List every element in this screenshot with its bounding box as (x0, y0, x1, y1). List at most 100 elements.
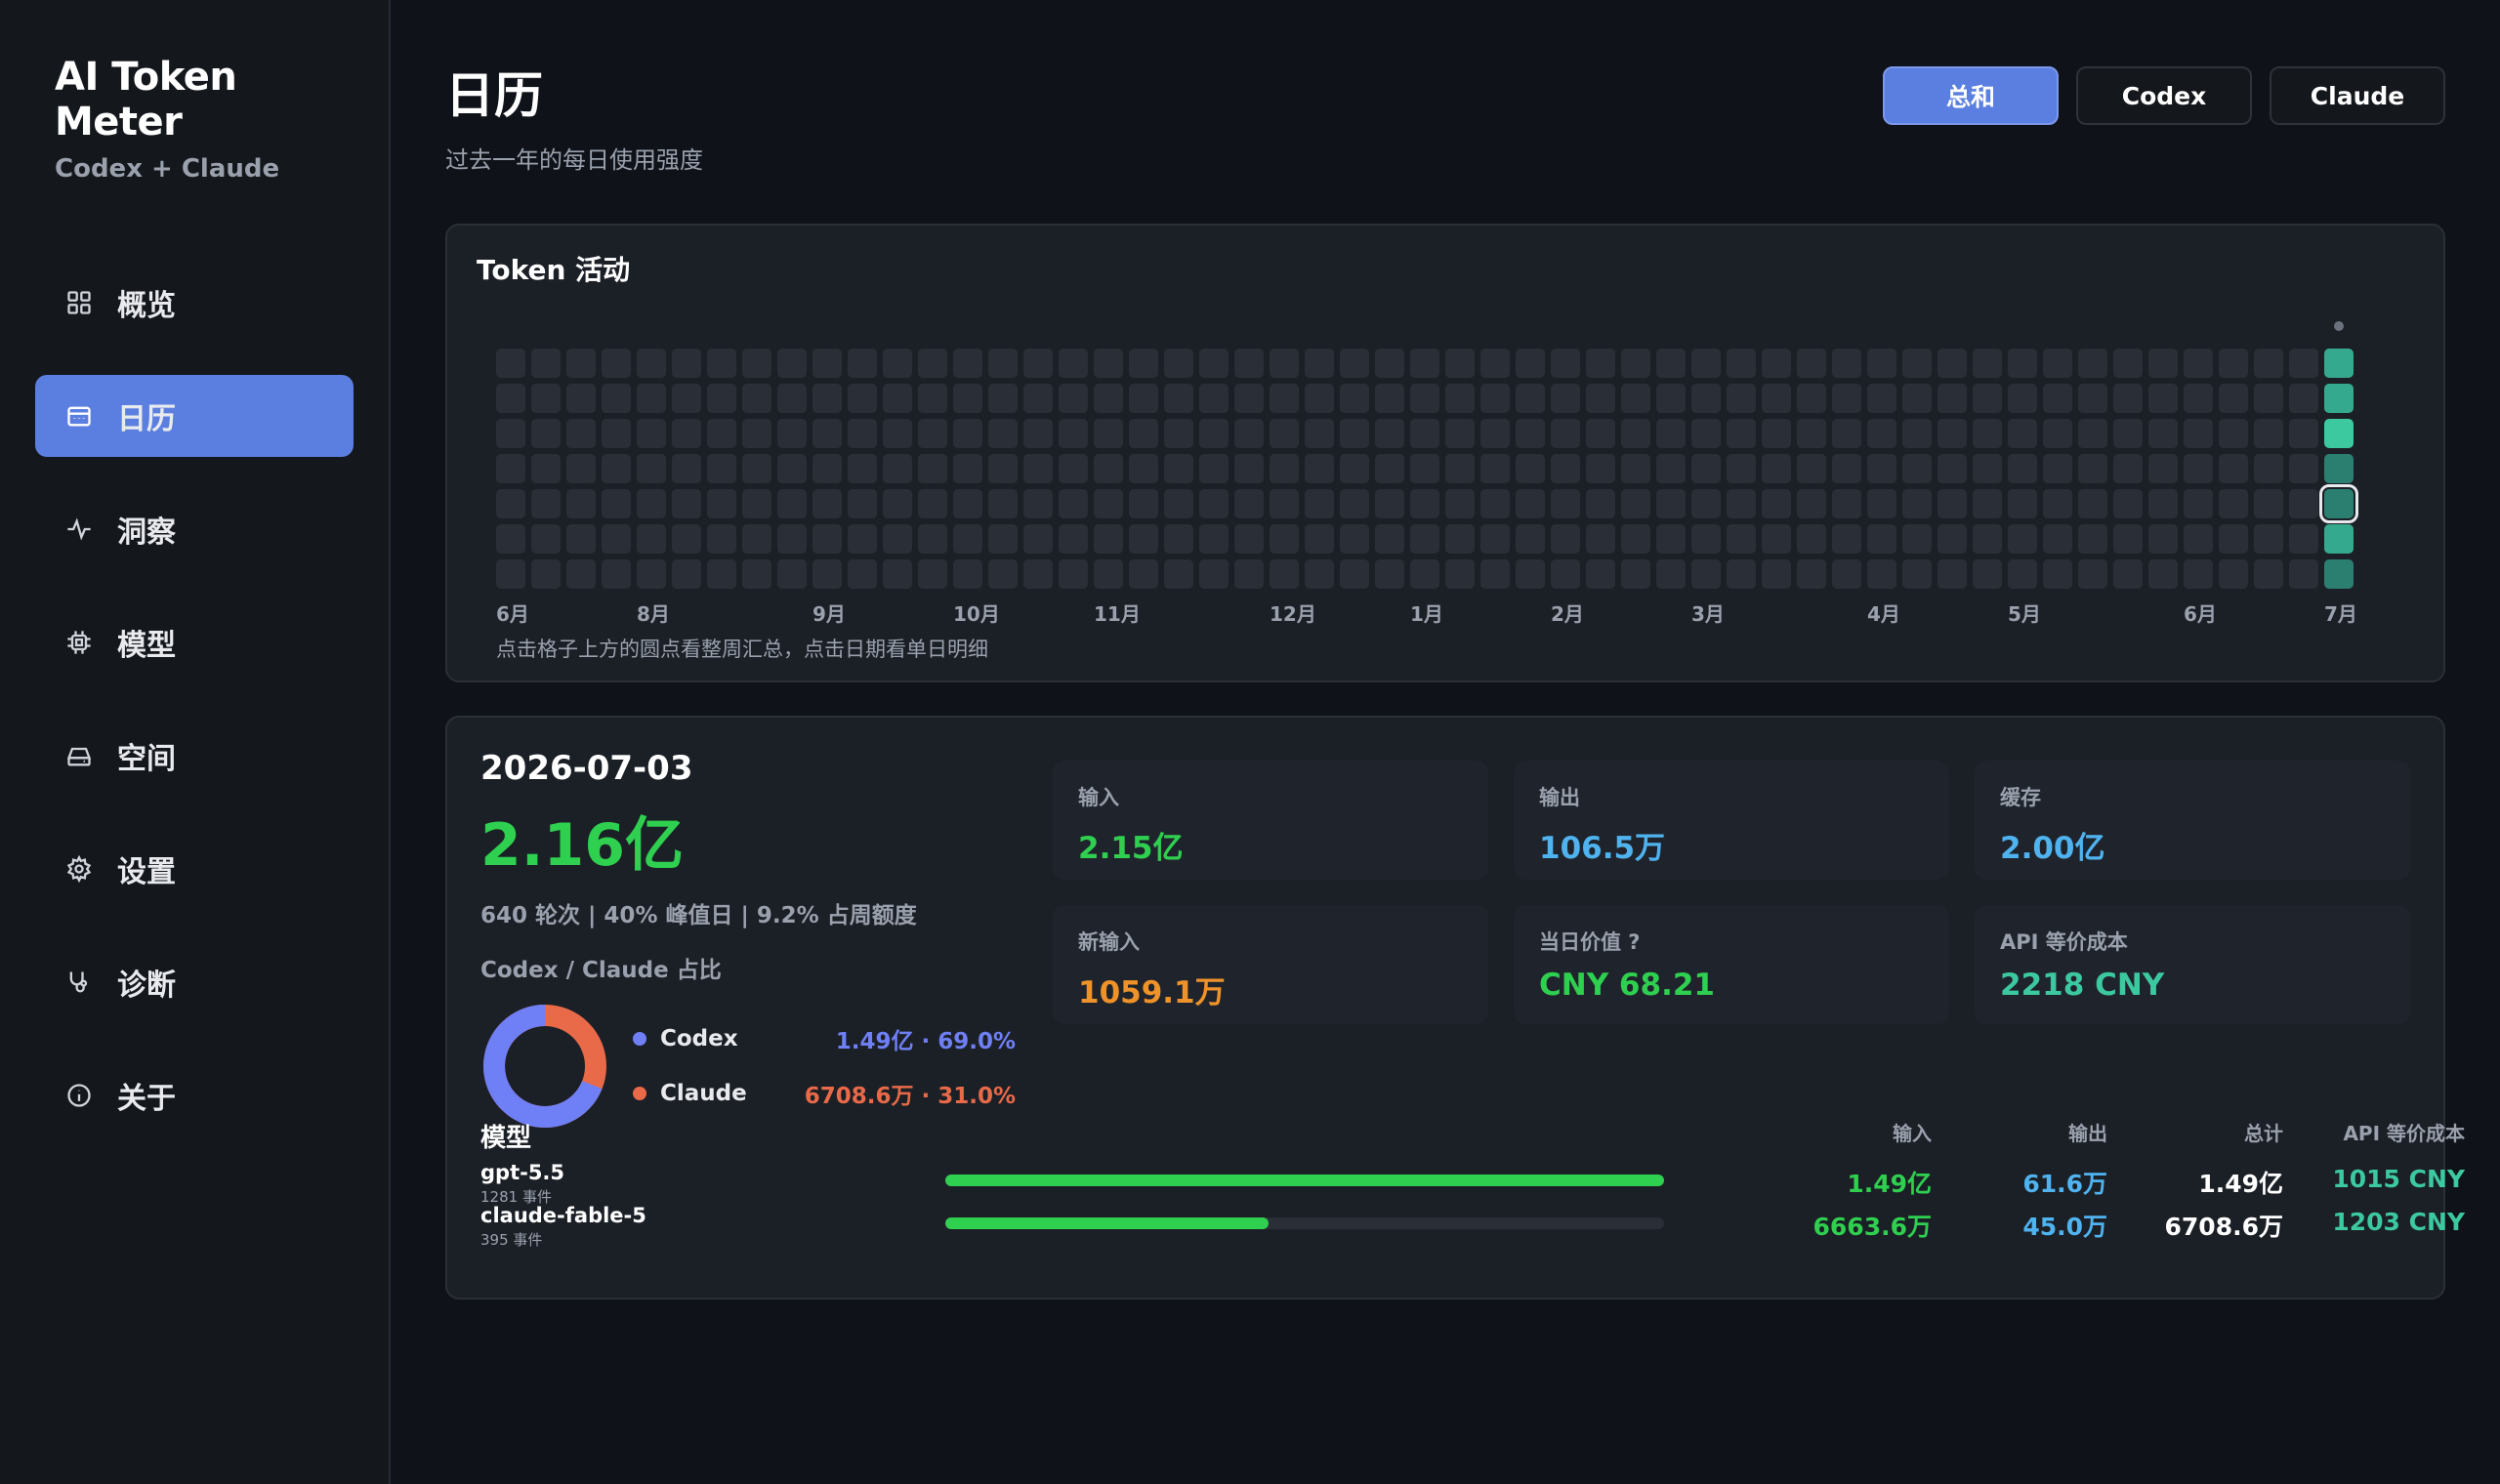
day-cell[interactable] (1832, 349, 1861, 378)
day-cell[interactable] (2078, 524, 2107, 554)
day-cell[interactable] (1902, 559, 1932, 589)
day-cell[interactable] (1410, 524, 1439, 554)
day-cell[interactable] (1023, 489, 1053, 518)
day-cell[interactable] (1129, 489, 1158, 518)
day-cell[interactable] (1059, 559, 1088, 589)
day-cell[interactable] (2219, 559, 2248, 589)
day-cell[interactable] (1094, 524, 1123, 554)
day-cell[interactable] (566, 349, 596, 378)
day-cell[interactable] (2219, 384, 2248, 413)
day-cell[interactable] (1480, 559, 1510, 589)
day-cell[interactable] (566, 559, 596, 589)
day-cell[interactable] (672, 349, 701, 378)
day-cell[interactable] (2219, 349, 2248, 378)
day-cell[interactable] (2289, 384, 2318, 413)
day-cell[interactable] (1727, 454, 1756, 483)
table-row[interactable]: gpt-5.5 1281 事件 1.49亿 61.6万 1.49亿 1015 C… (480, 1161, 2465, 1206)
day-cell[interactable] (1023, 349, 1053, 378)
day-cell[interactable] (1059, 349, 1088, 378)
day-cell[interactable] (2148, 524, 2178, 554)
day-cell[interactable] (707, 454, 736, 483)
day-cell[interactable] (742, 524, 771, 554)
day-cell[interactable] (1691, 419, 1721, 448)
day-cell[interactable] (1586, 419, 1615, 448)
day-cell[interactable] (1199, 349, 1229, 378)
day-cell[interactable] (1867, 524, 1896, 554)
day-cell[interactable] (1234, 489, 1264, 518)
day-cell[interactable] (2078, 454, 2107, 483)
day-cell[interactable] (953, 419, 982, 448)
day-cell[interactable] (1867, 489, 1896, 518)
day-cell[interactable] (812, 524, 842, 554)
sidebar-item-settings[interactable]: 设置 (35, 828, 354, 910)
day-cell[interactable] (1973, 524, 2002, 554)
day-cell[interactable] (1164, 384, 1193, 413)
day-cell[interactable] (1410, 419, 1439, 448)
day-cell[interactable] (1023, 524, 1053, 554)
day-cell[interactable] (2254, 489, 2283, 518)
day-cell[interactable] (777, 524, 807, 554)
day-cell[interactable] (2184, 384, 2213, 413)
day-cell[interactable] (1129, 419, 1158, 448)
sidebar-item-space[interactable]: 空间 (35, 715, 354, 797)
day-cell[interactable] (2184, 349, 2213, 378)
day-cell[interactable] (496, 524, 525, 554)
day-cell[interactable] (2184, 489, 2213, 518)
day-cell[interactable] (1094, 559, 1123, 589)
day-cell[interactable] (1902, 489, 1932, 518)
day-cell[interactable] (1551, 454, 1580, 483)
day-cell[interactable] (496, 489, 525, 518)
day-cell[interactable] (988, 419, 1018, 448)
day-cell[interactable] (1094, 454, 1123, 483)
day-cell[interactable] (1586, 559, 1615, 589)
day-cell[interactable] (1516, 524, 1545, 554)
day-cell[interactable] (1270, 384, 1299, 413)
day-cell[interactable] (1023, 384, 1053, 413)
day-cell[interactable] (672, 524, 701, 554)
day-cell[interactable] (812, 384, 842, 413)
day-cell[interactable] (672, 384, 701, 413)
day-cell[interactable] (1973, 454, 2002, 483)
day-cell[interactable] (2043, 454, 2072, 483)
sidebar-item-diagnostics[interactable]: 诊断 (35, 941, 354, 1023)
day-cell[interactable] (1727, 349, 1756, 378)
day-cell[interactable] (777, 559, 807, 589)
day-cell[interactable] (1691, 454, 1721, 483)
day-cell[interactable] (1094, 349, 1123, 378)
day-cell[interactable] (2078, 419, 2107, 448)
day-cell[interactable] (2078, 489, 2107, 518)
day-cell[interactable] (742, 384, 771, 413)
day-cell[interactable] (2113, 419, 2143, 448)
day-cell[interactable] (2254, 419, 2283, 448)
day-cell[interactable] (1762, 489, 1791, 518)
day-cell[interactable] (1375, 384, 1404, 413)
day-cell[interactable] (848, 559, 877, 589)
day-cell[interactable] (1902, 524, 1932, 554)
day-cell[interactable] (566, 419, 596, 448)
day-cell[interactable] (1938, 454, 1967, 483)
day-cell[interactable] (1867, 349, 1896, 378)
day-cell[interactable] (1094, 489, 1123, 518)
day-cell[interactable] (883, 349, 912, 378)
day-cell[interactable] (1340, 524, 1369, 554)
day-cell[interactable] (883, 559, 912, 589)
day-cell[interactable] (1762, 419, 1791, 448)
day-cell[interactable] (1656, 454, 1686, 483)
day-cell[interactable] (1621, 524, 1650, 554)
day-cell[interactable] (1410, 454, 1439, 483)
day-cell[interactable] (1762, 384, 1791, 413)
day-cell[interactable] (1234, 524, 1264, 554)
day-cell[interactable] (2254, 559, 2283, 589)
day-cell[interactable] (1797, 559, 1826, 589)
day-cell[interactable] (1375, 524, 1404, 554)
day-cell[interactable] (1375, 489, 1404, 518)
day-cell[interactable] (1621, 384, 1650, 413)
day-cell[interactable] (918, 524, 947, 554)
day-cell[interactable] (883, 524, 912, 554)
day-cell[interactable] (496, 384, 525, 413)
day-cell[interactable] (1270, 349, 1299, 378)
day-cell[interactable] (1059, 454, 1088, 483)
day-cell[interactable] (1727, 419, 1756, 448)
day-cell[interactable] (707, 559, 736, 589)
day-cell[interactable] (1691, 349, 1721, 378)
